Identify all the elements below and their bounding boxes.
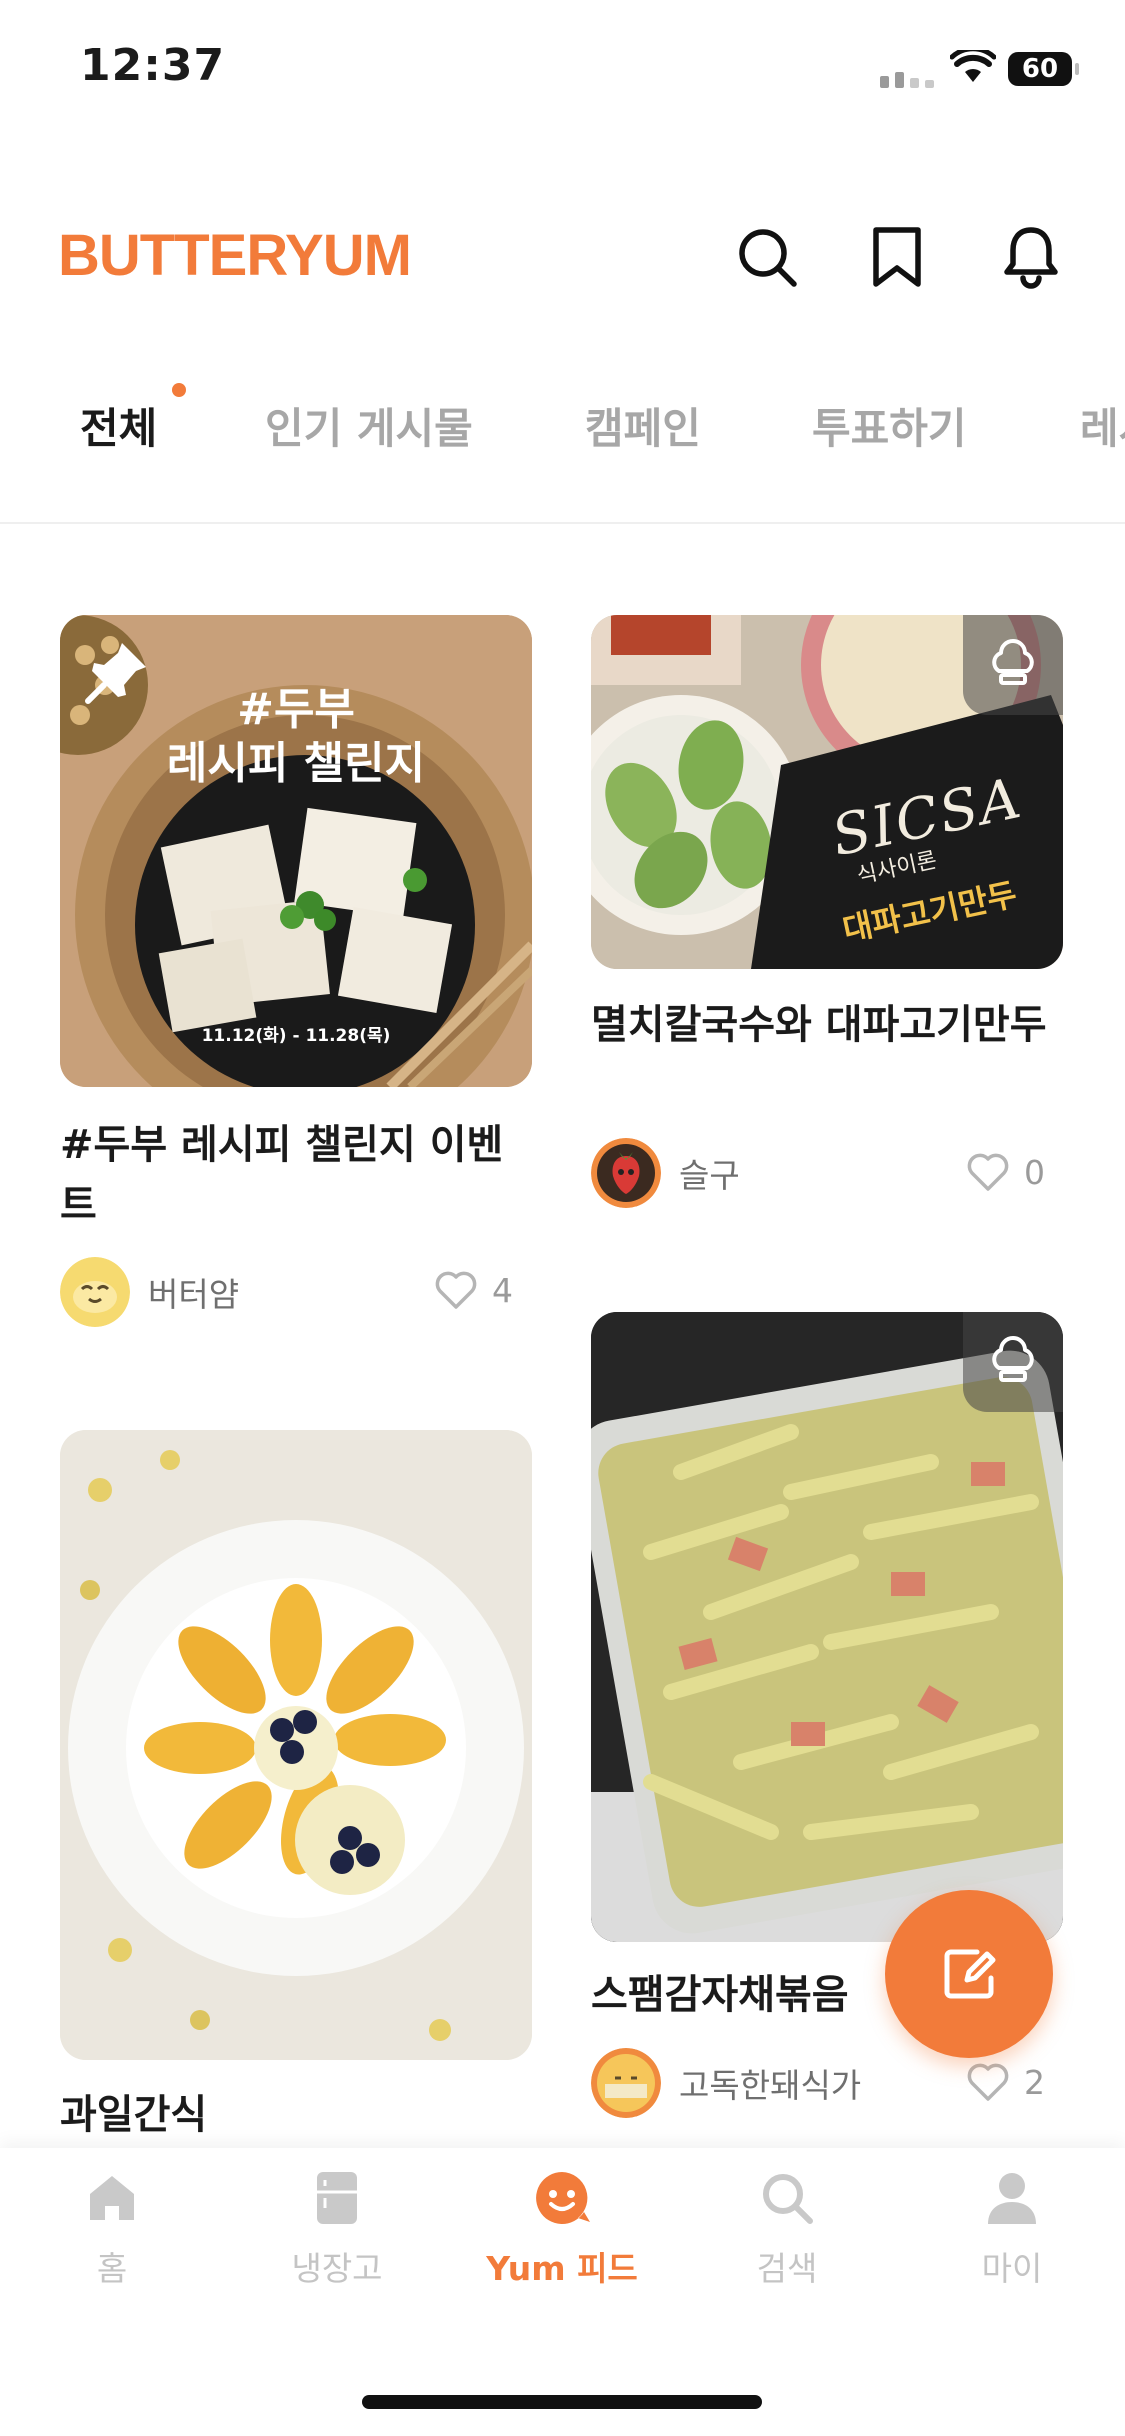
battery-icon: 60 [1008, 52, 1079, 86]
nav-label: 검색 [756, 2249, 818, 2288]
tab-all[interactable]: 전체 [80, 395, 157, 456]
tab-vote[interactable]: 투표하기 [812, 395, 967, 456]
nav-label: Yum 피드 [486, 2249, 638, 2288]
search-icon [763, 2174, 813, 2224]
heart-icon [967, 2063, 1009, 2101]
edit-icon [944, 1949, 996, 1999]
notification-button[interactable] [996, 222, 1066, 292]
wifi-icon [949, 46, 997, 84]
cellular-signal-icon [880, 72, 934, 88]
like-count: 4 [492, 1270, 513, 1310]
write-post-button[interactable] [885, 1890, 1053, 2058]
post-author[interactable]: 버터얌 [60, 1257, 239, 1327]
yum-feed-icon [536, 2172, 590, 2224]
profile-icon [988, 2173, 1036, 2224]
bottom-navigation: 홈 냉장고 Yum 피드 검색 마이 [0, 2148, 1125, 2436]
chef-hat-icon [992, 639, 1034, 685]
post-image[interactable]: #두부 레시피 챌린지 11.12(화) - 11.28(목) [60, 615, 532, 1087]
tab-new-dot [172, 383, 186, 397]
post-image[interactable] [591, 1312, 1063, 1942]
feed-tabs: 전체 인기 게시물 캠페인 투표하기 레시 [0, 383, 1125, 525]
like-count: 0 [1024, 1152, 1045, 1192]
battery-level: 60 [1021, 54, 1059, 84]
status-time: 12:37 [80, 40, 226, 91]
bell-icon [1004, 227, 1058, 289]
post-title[interactable]: #두부 레시피 챌린지 이벤트 [60, 1115, 540, 1235]
home-icon [90, 2176, 134, 2220]
image-dates: 11.12(화) - 11.28(목) [201, 1026, 391, 1046]
nav-label: 마이 [981, 2249, 1043, 2288]
like-button[interactable]: 4 [434, 1270, 513, 1310]
author-name: 버터얌 [148, 1275, 240, 1314]
bookmark-button[interactable] [862, 222, 932, 292]
post-author[interactable]: 슬구 [591, 1138, 740, 1208]
tab-recipe[interactable]: 레시 [1080, 395, 1125, 456]
tabs-divider [0, 522, 1125, 524]
nav-fridge[interactable]: 냉장고 [237, 2168, 437, 2290]
avatar [591, 1138, 661, 1208]
author-name: 슬구 [679, 1156, 740, 1195]
author-name: 고독한돼식가 [679, 2066, 862, 2105]
like-button[interactable]: 0 [966, 1152, 1045, 1192]
nav-my[interactable]: 마이 [912, 2168, 1112, 2290]
nav-home[interactable]: 홈 [12, 2168, 212, 2290]
nav-label: 홈 [96, 2249, 128, 2288]
avatar [591, 2048, 661, 2118]
app-logo[interactable]: BUTTERYUM [58, 222, 412, 289]
nav-label: 냉장고 [291, 2249, 383, 2288]
tab-campaign[interactable]: 캠페인 [585, 395, 701, 456]
nav-search[interactable]: 검색 [687, 2168, 887, 2290]
tab-popular[interactable]: 인기 게시물 [265, 395, 473, 456]
chef-hat-icon [992, 1336, 1034, 1382]
status-bar: 12:37 60 [0, 0, 1125, 130]
home-indicator [362, 2395, 762, 2409]
post-title[interactable]: 과일간식 [60, 2085, 540, 2145]
avatar [60, 1257, 130, 1327]
search-button[interactable] [732, 222, 802, 292]
recipe-badge [963, 1312, 1063, 1412]
heart-icon [435, 1271, 477, 1309]
post-title[interactable]: 멸치칼국수와 대파고기만두 [591, 995, 1076, 1055]
heart-icon [967, 1153, 1009, 1191]
like-count: 2 [1024, 2062, 1045, 2102]
like-button[interactable]: 2 [966, 2062, 1045, 2102]
bookmark-icon [873, 227, 921, 287]
post-image[interactable]: SICSA 식사이론 대파고기만두 [591, 615, 1063, 969]
fruit-photo [60, 1430, 532, 2060]
post-author[interactable]: 고독한돼식가 [591, 2048, 861, 2118]
nav-yum-feed[interactable]: Yum 피드 [462, 2168, 662, 2290]
post-image[interactable] [60, 1430, 532, 2060]
recipe-badge [963, 615, 1063, 715]
image-subtitle: 레시피 챌린지 [166, 738, 426, 789]
search-icon [739, 229, 797, 287]
fridge-icon [317, 2172, 357, 2224]
